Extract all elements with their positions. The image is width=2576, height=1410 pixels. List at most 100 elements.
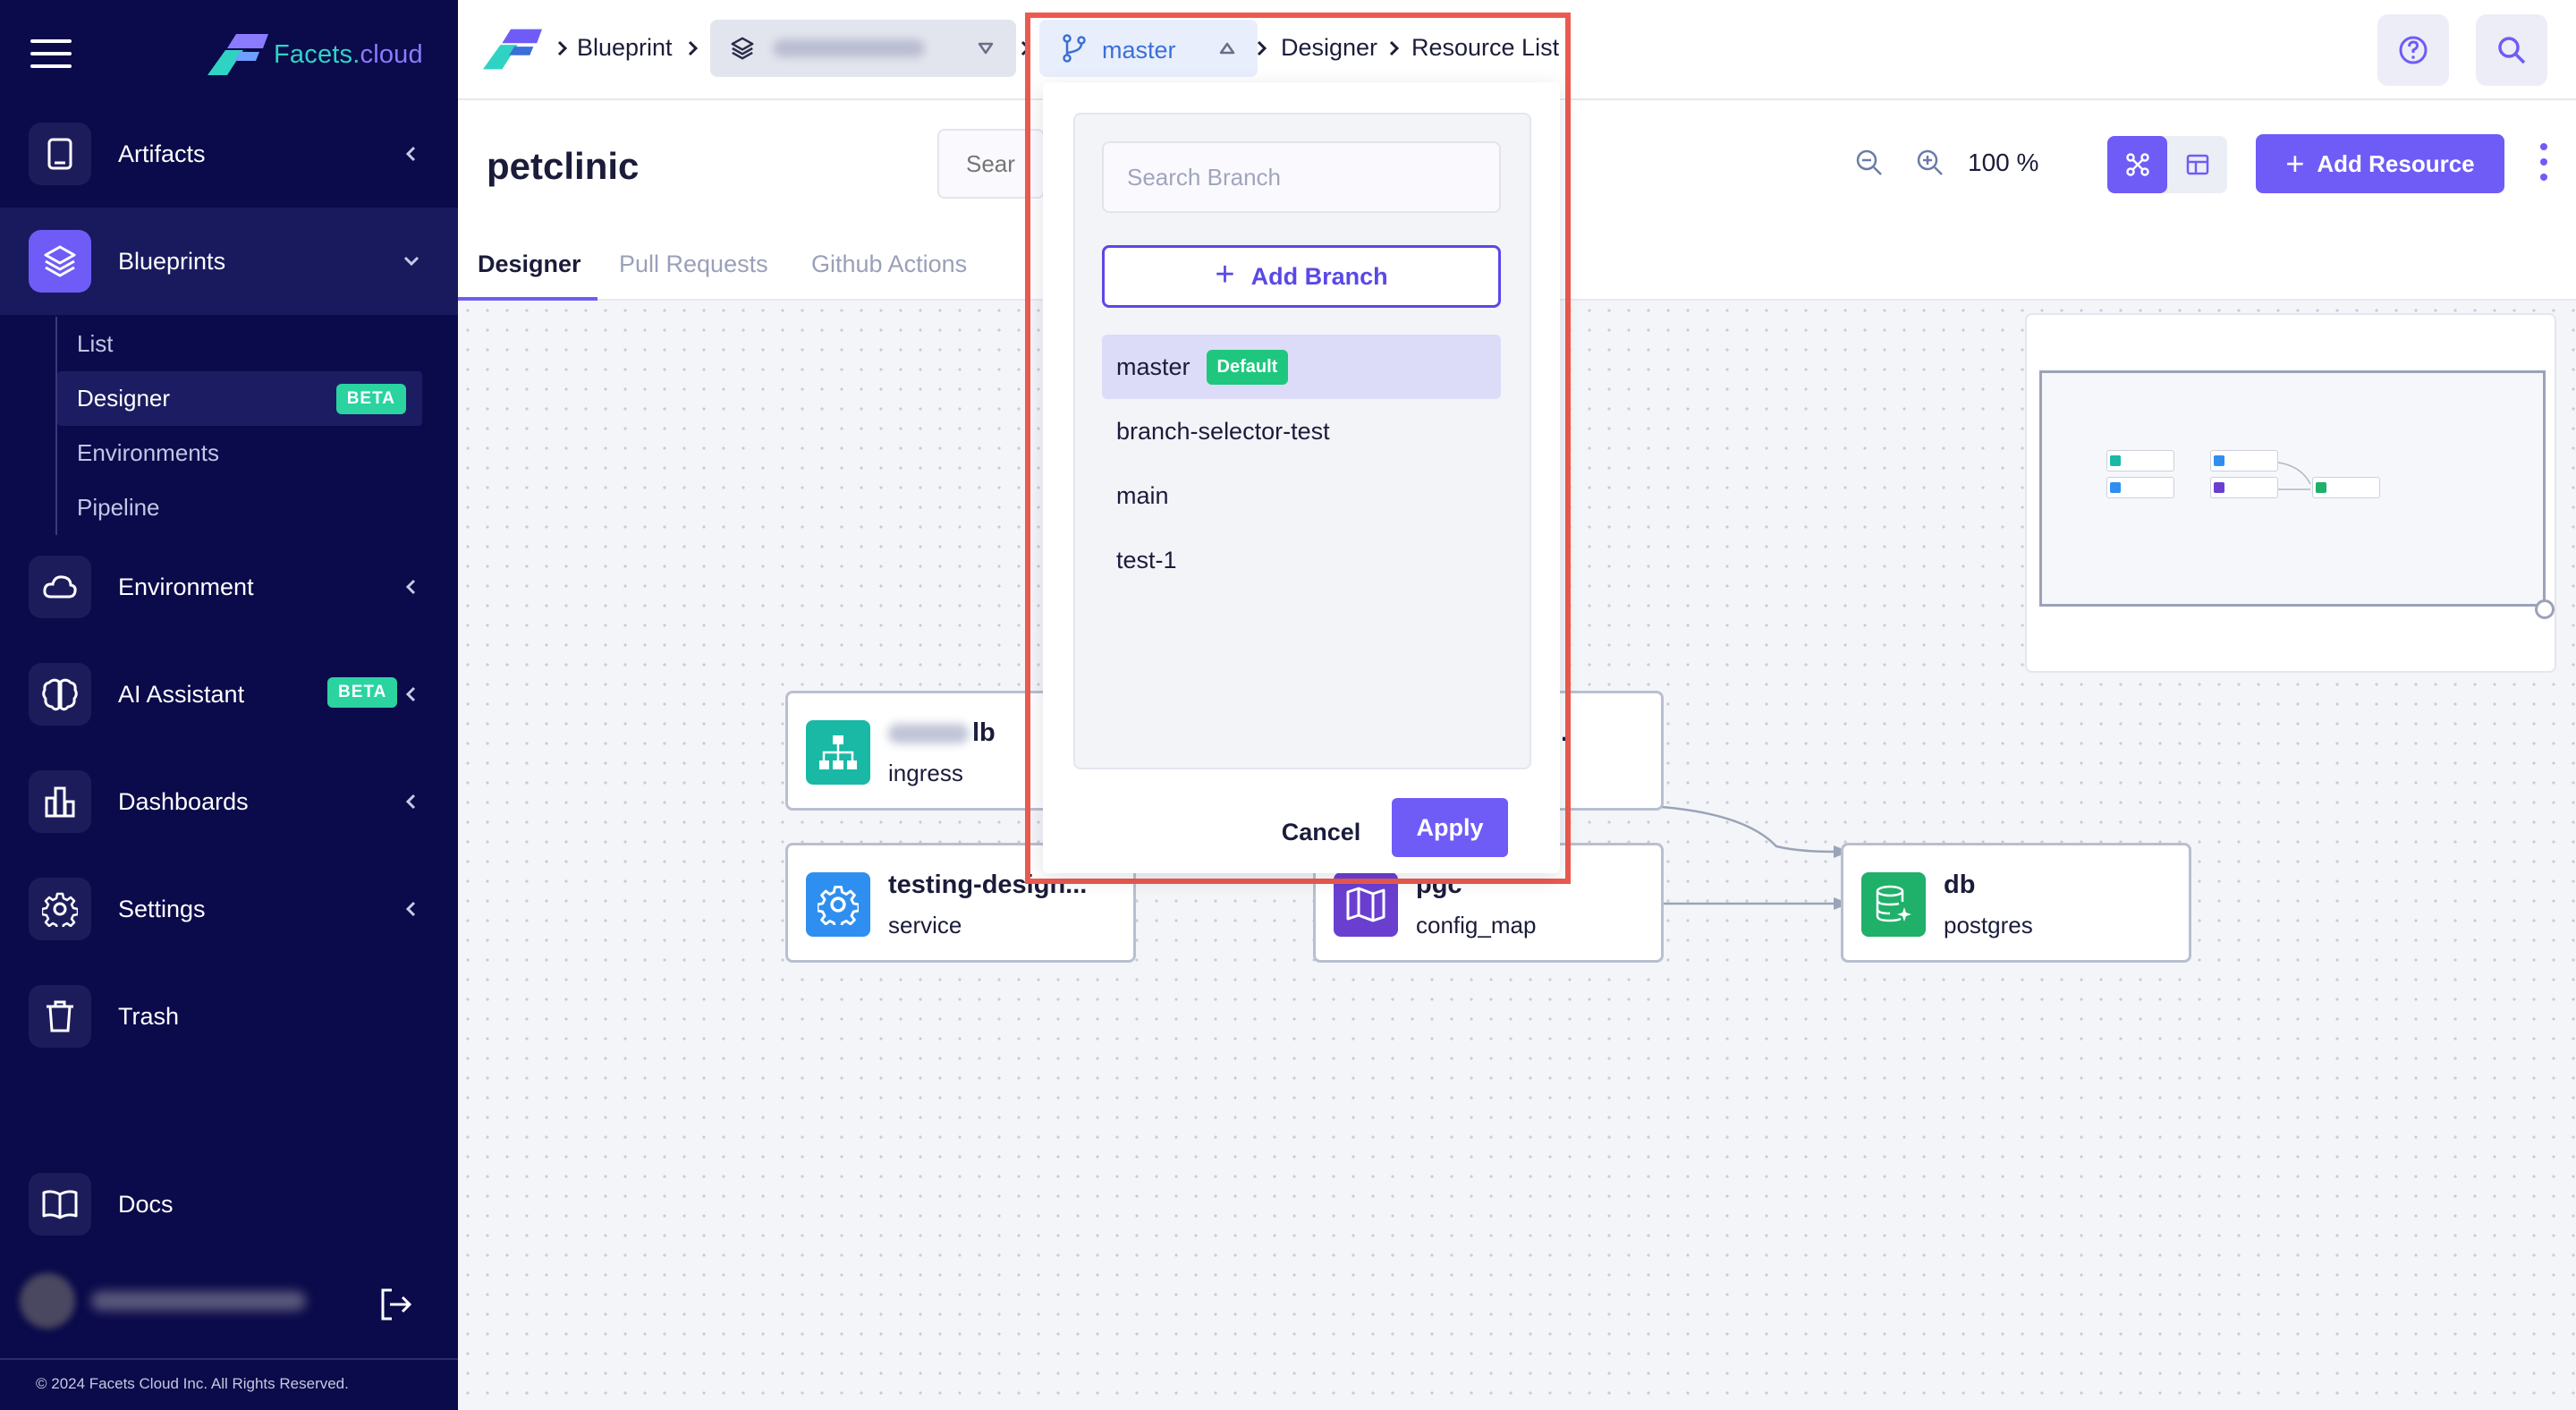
node-type: service (888, 912, 962, 939)
logout-icon[interactable] (376, 1285, 415, 1324)
plus-icon: + (1215, 255, 1235, 293)
graph-view-icon (2125, 153, 2149, 176)
brain-icon (29, 663, 91, 726)
node-type: ingress (888, 760, 963, 786)
nav-label: AI Assistant (118, 680, 245, 708)
node-name-redacted (888, 724, 969, 744)
subnav-list[interactable]: List (57, 317, 422, 371)
branch-dropdown: +Add Branch masterDefault branch-selecto… (1043, 82, 1560, 873)
branch-selector-highlight: +Add Branch masterDefault branch-selecto… (1025, 13, 1571, 884)
branch-search-input[interactable] (1104, 143, 1499, 211)
copyright-text: © 2024 Facets Cloud Inc. All Rights Rese… (36, 1375, 349, 1392)
hamburger-menu-icon[interactable] (30, 39, 72, 68)
branch-item-master[interactable]: master Default (1102, 335, 1501, 399)
beta-badge: BETA (327, 677, 398, 708)
chevron-left-icon (401, 143, 422, 165)
chevron-right-icon (557, 40, 568, 56)
gear-icon (29, 878, 91, 940)
view-toggle (2107, 136, 2227, 193)
global-search-button[interactable] (2476, 14, 2547, 86)
subnav-environments[interactable]: Environments (57, 426, 422, 480)
breadcrumb-blueprint[interactable]: Blueprint (577, 34, 673, 62)
nav-environment[interactable]: Environment (0, 533, 458, 641)
branch-item-test-1[interactable]: test-1 (1102, 528, 1501, 592)
node-title: db (1944, 871, 1976, 899)
branch-item-branch-selector-test[interactable]: branch-selector-test (1102, 399, 1501, 463)
more-options-icon[interactable] (2540, 143, 2551, 183)
tab-pull-requests[interactable]: Pull Requests (619, 251, 768, 278)
nav-label: Dashboards (118, 787, 249, 815)
chevron-left-icon (401, 898, 422, 920)
user-name-redacted (91, 1291, 306, 1311)
branch-search[interactable] (1102, 141, 1501, 213)
table-view-icon (2186, 154, 2208, 175)
layers-icon (731, 37, 754, 60)
facets-logo-icon (208, 34, 268, 75)
brand-logo[interactable]: Facets.cloud (208, 34, 423, 75)
chevron-down-icon (401, 251, 422, 272)
tab-designer[interactable]: Designer (478, 251, 581, 278)
chevron-left-icon (401, 791, 422, 812)
trash-icon (29, 985, 91, 1048)
apply-button[interactable]: Apply (1392, 798, 1508, 857)
node-type: config_map (1416, 912, 1537, 939)
user-profile[interactable] (20, 1273, 306, 1329)
tab-github-actions[interactable]: Github Actions (811, 251, 967, 278)
beta-badge: BETA (335, 384, 406, 414)
zoom-in-icon[interactable] (1914, 147, 1946, 179)
minimap-viewport[interactable] (2039, 370, 2546, 607)
chevron-left-icon (401, 684, 422, 705)
branch-item-main[interactable]: main (1102, 463, 1501, 528)
edge-line (1661, 805, 1835, 854)
nav-trash[interactable]: Trash (0, 963, 458, 1070)
branch-panel: +Add Branch masterDefault branch-selecto… (1073, 113, 1531, 769)
default-badge: Default (1206, 349, 1289, 385)
gear-icon (806, 872, 870, 937)
nav-label: Trash (118, 1002, 180, 1030)
table-view-button[interactable] (2167, 136, 2227, 193)
nav-label: Artifacts (118, 140, 206, 167)
subnav-designer[interactable]: Designer BETA (57, 371, 422, 426)
search-icon (2498, 37, 2526, 64)
minimap-resize-handle[interactable] (2535, 599, 2555, 619)
minimap[interactable] (2025, 313, 2556, 673)
database-icon (1861, 872, 1926, 937)
book-icon (29, 1173, 91, 1236)
nav-blueprints[interactable]: Blueprints (0, 208, 458, 315)
plus-icon: + (2285, 145, 2305, 182)
chevron-right-icon (688, 40, 699, 56)
help-icon (2399, 36, 2428, 64)
blueprint-selector[interactable] (710, 20, 1016, 77)
sidebar-divider (0, 1358, 458, 1360)
resource-node-db[interactable]: db postgres (1841, 843, 2191, 963)
nav-docs[interactable]: Docs (0, 1151, 458, 1258)
minimap-edges (2277, 462, 2311, 490)
cancel-button[interactable]: Cancel (1272, 803, 1370, 861)
blueprint-name-redacted (773, 39, 925, 57)
help-button[interactable] (2377, 14, 2449, 86)
add-branch-button[interactable]: + Add Branch (1102, 245, 1501, 308)
facets-logo-icon[interactable] (483, 29, 542, 70)
node-title: lb (888, 718, 996, 748)
triangle-down-icon (978, 42, 994, 55)
sidebar: Facets.cloud Artifacts Blueprints List D… (0, 0, 458, 1410)
branch-list: master Default branch-selector-test main … (1102, 335, 1501, 592)
nav-label: Blueprints (118, 247, 226, 275)
add-resource-button[interactable]: + Add Resource (2256, 134, 2504, 193)
zoom-out-icon[interactable] (1853, 147, 1885, 179)
nav-artifacts[interactable]: Artifacts (0, 100, 458, 208)
nav-settings[interactable]: Settings (0, 855, 458, 963)
avatar (20, 1273, 75, 1329)
bar-chart-icon (29, 770, 91, 833)
layers-icon (29, 230, 91, 293)
graph-view-button[interactable] (2107, 136, 2167, 193)
chevron-left-icon (401, 576, 422, 598)
nav-dashboards[interactable]: Dashboards (0, 748, 458, 855)
subnav-pipeline[interactable]: Pipeline (57, 480, 422, 535)
blueprints-subnav: List Designer BETA Environments Pipeline (55, 317, 422, 535)
nav-ai-assistant[interactable]: AI Assistant BETA (0, 641, 458, 748)
nav-label: Environment (118, 573, 254, 600)
tablet-icon (29, 123, 91, 185)
nav-label: Settings (118, 895, 206, 922)
brand-name: Facets.cloud (274, 39, 423, 69)
